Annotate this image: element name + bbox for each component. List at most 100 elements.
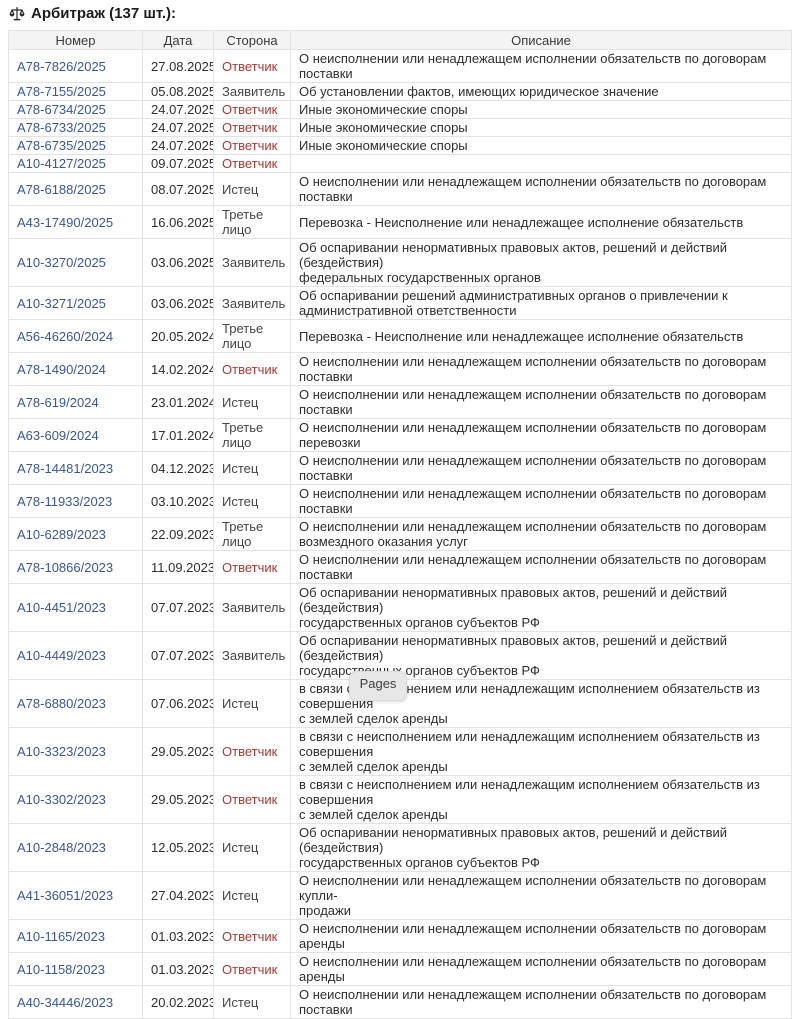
case-date: 04.12.2023 (143, 452, 214, 485)
case-date: 16.06.2025 (143, 206, 214, 239)
case-number-link[interactable]: А78-7155/2025 (17, 84, 106, 99)
table-row: А78-6734/2025 24.07.2025ОтветчикИные экон… (9, 101, 792, 119)
case-number-link[interactable]: А78-6733/2025 (17, 120, 106, 135)
case-number-link[interactable]: А78-6734/2025 (17, 102, 106, 117)
case-number-link[interactable]: А10-6289/2023 (17, 527, 106, 542)
table-row: А10-3270/202503.06.2025ЗаявительОб оспар… (9, 239, 792, 287)
case-date: 27.04.2023 (143, 872, 214, 920)
table-row: А78-10866/202311.09.2023ОтветчикО неиспо… (9, 551, 792, 584)
case-number-link[interactable]: А40-34446/2023 (17, 995, 113, 1010)
table-row: А78-6188/202508.07.2025ИстецО неисполнен… (9, 173, 792, 206)
case-description: О неисполнении или ненадлежащем исполнен… (291, 452, 792, 485)
case-number-link[interactable]: А78-6880/2023 (17, 696, 106, 711)
case-number-cell: А10-3270/2025 (9, 239, 143, 287)
case-number-cell: А78-619/2024 (9, 386, 143, 419)
case-party: Заявитель (214, 83, 291, 101)
table-row: А78-7826/202527.08.2025ОтветчикО неиспол… (9, 50, 792, 83)
table-row: А10-1158/202301.03.2023ОтветчикО неиспол… (9, 953, 792, 986)
table-header-row: Номер Дата Сторона Описание (9, 31, 792, 50)
case-party: Заявитель (214, 632, 291, 680)
case-number-link[interactable]: А10-3302/2023 (17, 792, 106, 807)
case-number-link[interactable]: А78-11933/2023 (17, 494, 112, 509)
case-date: 24.07.2025 (143, 101, 214, 119)
case-number-cell: А41-36051/2023 (9, 872, 143, 920)
column-header-description: Описание (291, 31, 792, 50)
pages-overlay-button[interactable]: Pages (349, 671, 407, 701)
case-number-link[interactable]: А10-4449/2023 (17, 648, 106, 663)
case-number-cell: А78-7155/2025 (9, 83, 143, 101)
case-party: Ответчик (214, 728, 291, 776)
case-description: О неисполнении или ненадлежащем исполнен… (291, 872, 792, 920)
case-party: Истец (214, 872, 291, 920)
case-party: Третье лицо (214, 419, 291, 452)
case-description: О неисполнении или ненадлежащем исполнен… (291, 986, 792, 1019)
case-date: 07.07.2023 (143, 584, 214, 632)
case-party: Третье лицо (214, 206, 291, 239)
table-row: А40-34446/202320.02.2023ИстецО неисполне… (9, 986, 792, 1019)
table-row: А10-4127/202509.07.2025Ответчик (9, 155, 792, 173)
case-party: Истец (214, 386, 291, 419)
case-date: 05.08.2025 (143, 83, 214, 101)
case-number-cell: А40-34446/2023 (9, 986, 143, 1019)
table-row: А10-2848/202312.05.2023ИстецОб оспариван… (9, 824, 792, 872)
case-date: 22.09.2023 (143, 518, 214, 551)
case-description: Иные экономические споры (291, 137, 792, 155)
case-number-cell: А56-46260/2024 (9, 320, 143, 353)
table-row: А78-11933/202303.10.2023ИстецО неисполне… (9, 485, 792, 518)
case-number-link[interactable]: А78-619/2024 (17, 395, 99, 410)
case-number-link[interactable]: А10-1165/2023 (17, 929, 105, 944)
column-header-number: Номер (9, 31, 143, 50)
case-number-link[interactable]: А78-6188/2025 (17, 182, 106, 197)
case-number-cell: А63-609/2024 (9, 419, 143, 452)
case-party: Третье лицо (214, 518, 291, 551)
case-number-cell: А43-17490/2025 (9, 206, 143, 239)
table-row: А78-1490/202414.02.2024ОтветчикО неиспол… (9, 353, 792, 386)
case-party: Ответчик (214, 137, 291, 155)
case-number-cell: А78-10866/2023 (9, 551, 143, 584)
case-party: Ответчик (214, 551, 291, 584)
case-description: О неисполнении или ненадлежащем исполнен… (291, 920, 792, 953)
case-party: Ответчик (214, 50, 291, 83)
case-party: Истец (214, 680, 291, 728)
case-date: 07.07.2023 (143, 632, 214, 680)
table-row: А10-3271/202503.06.2025ЗаявительОб оспар… (9, 287, 792, 320)
case-number-link[interactable]: А10-3270/2025 (17, 255, 106, 270)
case-description: в связи с неисполнением или ненадлежащим… (291, 728, 792, 776)
table-row: А78-6735/2025 24.07.2025ОтветчикИные экон… (9, 137, 792, 155)
case-number-link[interactable]: А41-36051/2023 (17, 888, 113, 903)
case-number-link[interactable]: А78-1490/2024 (17, 362, 106, 377)
scales-icon (9, 6, 25, 22)
case-number-link[interactable]: А10-3271/2025 (17, 296, 106, 311)
case-number-link[interactable]: А10-1158/2023 (17, 962, 105, 977)
case-number-link[interactable]: А43-17490/2025 (17, 215, 113, 230)
case-number-cell: А78-6734/2025 (9, 101, 143, 119)
case-number-link[interactable]: А78-10866/2023 (17, 560, 113, 575)
case-number-cell: А10-6289/2023 (9, 518, 143, 551)
case-number-link[interactable]: А56-46260/2024 (17, 329, 113, 344)
case-party: Заявитель (214, 239, 291, 287)
case-party: Ответчик (214, 101, 291, 119)
column-header-party: Сторона (214, 31, 291, 50)
case-number-cell: А78-14481/2023 (9, 452, 143, 485)
case-date: 27.08.2025 (143, 50, 214, 83)
case-number-link[interactable]: А63-609/2024 (17, 428, 99, 443)
case-party: Ответчик (214, 920, 291, 953)
case-date: 24.07.2025 (143, 137, 214, 155)
case-number-cell: А10-4127/2025 (9, 155, 143, 173)
case-number-link[interactable]: А78-7826/2025 (17, 59, 106, 74)
case-description: Иные экономические споры (291, 101, 792, 119)
case-party: Ответчик (214, 155, 291, 173)
case-number-cell: А78-6880/2023 (9, 680, 143, 728)
case-number-link[interactable]: А10-4451/2023 (17, 600, 106, 615)
section-title: Арбитраж (137 шт.): (9, 5, 176, 22)
case-number-link[interactable]: А78-14481/2023 (17, 461, 113, 476)
case-number-link[interactable]: А10-2848/2023 (17, 840, 106, 855)
case-party: Истец (214, 485, 291, 518)
case-number-link[interactable]: А10-4127/2025 (17, 156, 106, 171)
case-date: 14.02.2024 (143, 353, 214, 386)
case-description: О неисполнении или ненадлежащем исполнен… (291, 485, 792, 518)
case-number-cell: А78-6188/2025 (9, 173, 143, 206)
case-number-link[interactable]: А10-3323/2023 (17, 744, 106, 759)
case-description: Иные экономические споры (291, 119, 792, 137)
case-number-link[interactable]: А78-6735/2025 (17, 138, 106, 153)
